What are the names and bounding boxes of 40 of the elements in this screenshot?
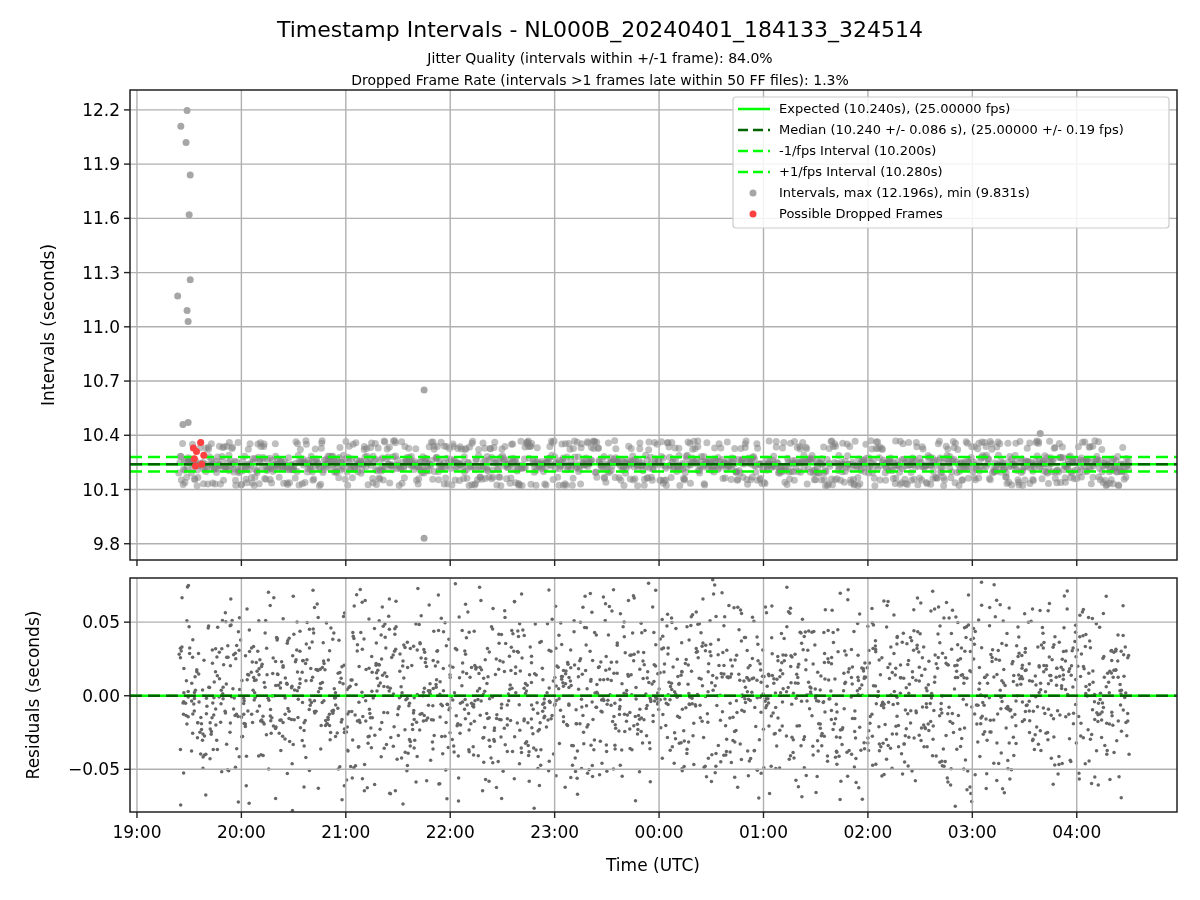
axis-tick-label: 04:00 [1052, 822, 1102, 842]
axis-tick-label: 9.8 [92, 533, 120, 554]
axis-tick-label: −0.05 [67, 759, 120, 780]
axis-tick-label: 20:00 [216, 822, 266, 842]
axis-tick-label: 11.9 [82, 154, 120, 175]
legend-label: -1/fps Interval (10.200s) [779, 143, 937, 158]
axis-tick-label: 10.4 [82, 425, 120, 446]
legend-label: Median (10.240 +/- 0.086 s), (25.00000 +/- 0.19 fps) [779, 122, 1124, 137]
axis-tick-label: 22:00 [425, 822, 475, 842]
chart-subtitle: Jitter Quality (intervals within +/-1 frame): 84.0% [427, 50, 773, 66]
axis-tick-label: 10.7 [82, 371, 120, 392]
legend-line-icon [738, 107, 770, 111]
legend-label: +1/fps Interval (10.280s) [779, 164, 943, 179]
axis-tick-label: 12.2 [82, 99, 120, 120]
axis-tick-label: 19:00 [112, 822, 162, 842]
axis-tick-label: 11.0 [82, 316, 120, 337]
axis-tick-label: 11.3 [82, 262, 120, 283]
axis-tick-label: 0.00 [82, 685, 120, 706]
legend-line-icon [738, 128, 770, 132]
axis-tick-label: 03:00 [947, 822, 997, 842]
axis-tick-label: 0.05 [82, 612, 120, 633]
legend-line-icon [738, 170, 770, 174]
legend-label: Intervals, max (12.196s), min (9.831s) [779, 185, 1030, 200]
legend-line-icon [738, 149, 770, 153]
legend-label: Possible Dropped Frames [779, 206, 943, 221]
axis-title: Intervals (seconds) [38, 243, 58, 407]
chart-subtitle: Dropped Frame Rate (intervals >1 frames late within 50 FF files): 1.3% [351, 72, 849, 88]
axis-tick-label: 00:00 [634, 822, 684, 842]
axis-tick-label: 02:00 [843, 822, 893, 842]
axis-title: Time (UTC) [606, 855, 700, 875]
axis-tick-label: 01:00 [739, 822, 788, 842]
legend-marker-icon [749, 189, 757, 197]
axis-tick-label: 11.6 [82, 208, 120, 229]
chart-title: Timestamp Intervals - NL000B_20240401_184133_324514 [276, 17, 924, 42]
axis-tick-label: 21:00 [321, 822, 371, 842]
axis-tick-label: 23:00 [530, 822, 580, 842]
axis-tick-label: 10.1 [82, 479, 120, 500]
legend-marker-icon [749, 210, 757, 218]
axis-title: Residuals (seconds) [23, 610, 43, 780]
legend-label: Expected (10.240s), (25.00000 fps) [779, 101, 1011, 116]
